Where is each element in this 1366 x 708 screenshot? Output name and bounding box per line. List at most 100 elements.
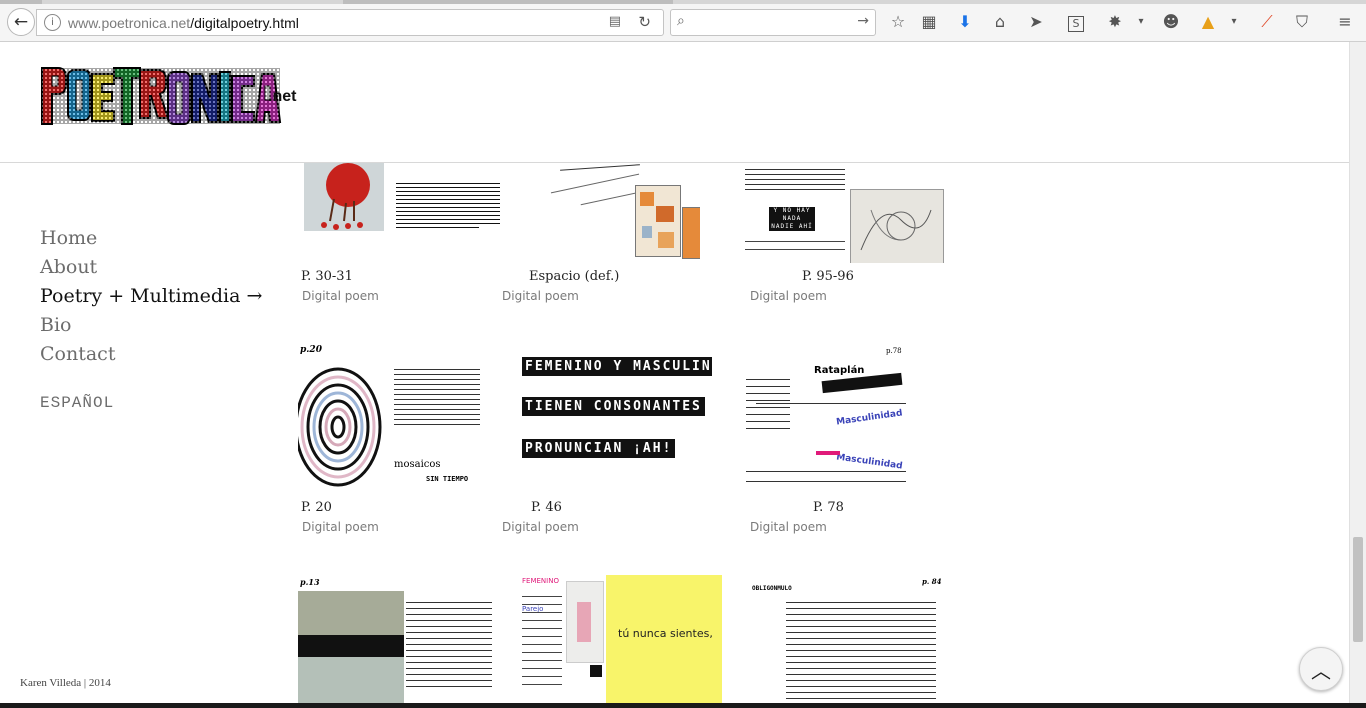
extension-s-icon[interactable]: S: [1065, 11, 1087, 33]
poem-category: Digital poem: [502, 520, 579, 534]
url-bar[interactable]: i www.poetronica.net/digitalpoetry.html …: [36, 9, 664, 36]
poem-category: Digital poem: [302, 289, 379, 303]
drive-icon[interactable]: ▲: [1197, 11, 1219, 33]
poem-text-block: [396, 181, 500, 261]
browser-toolbar: ← i www.poetronica.net/digitalpoetry.htm…: [0, 0, 1366, 42]
poem-thumb-p95-96[interactable]: Y NO HAY NADA NADIE AHÍ: [745, 163, 945, 263]
pocket-icon[interactable]: ⛉: [1291, 11, 1313, 33]
poem-title-p78[interactable]: P. 78: [813, 500, 844, 515]
p13-label: p.13: [300, 577, 320, 587]
reader-view-icon[interactable]: ▤: [609, 14, 621, 29]
poem-thumb-p78[interactable]: p.78 Rataplán Masculinidad Masculinidad: [746, 347, 946, 493]
tab-strip: [0, 0, 1366, 4]
p84-paragraph: [786, 597, 936, 704]
search-bar[interactable]: ⌕ →: [670, 9, 876, 36]
no-hay-nada-block: Y NO HAY NADA NADIE AHÍ: [769, 207, 815, 231]
spiral-rings-image: [298, 367, 382, 487]
poem-title-p46[interactable]: P. 46: [531, 500, 562, 515]
page-scrollbar[interactable]: [1349, 42, 1366, 708]
nav-item-home[interactable]: Home: [40, 224, 262, 253]
back-arrow-icon: ←: [13, 12, 29, 32]
menu-icon[interactable]: ≡: [1334, 11, 1356, 33]
landscape-image-top: [298, 591, 404, 635]
logo-suffix: .net: [268, 88, 297, 105]
dropdown-icon-2[interactable]: ▾: [1223, 11, 1245, 33]
search-icon: ⌕: [677, 13, 685, 29]
language-switch-espanol[interactable]: ESPAÑOL: [40, 394, 262, 412]
obligonmulo-word: OBLIGONMULO: [752, 585, 792, 592]
footer-credit: Karen Villeda | 2014: [20, 677, 111, 689]
bird-illustration: [321, 163, 370, 230]
sketchbook-image: [850, 189, 944, 263]
search-go-icon[interactable]: →: [857, 13, 869, 29]
poem-thumb-p13[interactable]: p.13: [298, 575, 492, 708]
poem-thumb-p84[interactable]: p. 84 OBLIGONMULO: [746, 575, 946, 708]
nunca-text-lines: [522, 589, 562, 692]
p78-label: p.78: [886, 347, 902, 355]
info-icon[interactable]: i: [44, 14, 61, 31]
scrollbar-thumb[interactable]: [1353, 537, 1363, 642]
side-navigation: Home About Poetry + Multimedia → Bio Con…: [40, 224, 262, 412]
poem-category: Digital poem: [302, 520, 379, 534]
sin-tiempo-word: SIN TIEMPO: [426, 475, 469, 483]
site-header: .net: [0, 42, 1349, 163]
url-text: www.poetronica.net/digitalpoetry.html: [68, 15, 299, 31]
poem-thumb-p46[interactable]: FEMENINO Y MASCULINO TIENEN CONSONANTES …: [520, 353, 712, 493]
extension-stroke-icon[interactable]: ⟋: [1256, 11, 1278, 33]
p20-label: p.20: [300, 345, 322, 355]
poem-title-p30-31[interactable]: P. 30-31: [301, 269, 353, 284]
masculinidad-word-2: Masculinidad: [835, 452, 904, 472]
back-to-top-button[interactable]: ︿: [1299, 647, 1343, 691]
nav-item-bio[interactable]: Bio: [40, 311, 262, 340]
poem-category: Digital poem: [750, 289, 827, 303]
os-taskbar: [0, 703, 1366, 708]
floor-plan-image: [635, 185, 681, 257]
p46-line-3: PRONUNCIAN ¡AH!: [522, 439, 676, 458]
nav-item-contact[interactable]: Contact: [40, 340, 262, 369]
poem-thumb-p20[interactable]: p.20 mosaicos SIN TIEMPO: [298, 345, 488, 490]
nav-item-about[interactable]: About: [40, 253, 262, 282]
rataplan-word: Rataplán: [814, 365, 865, 376]
p46-line-1: FEMENINO Y MASCULINO: [522, 357, 712, 376]
logo-graphic: [41, 67, 282, 125]
back-button[interactable]: ←: [7, 8, 35, 36]
chat-icon[interactable]: ☻: [1160, 11, 1182, 33]
red-bird-image: [304, 163, 384, 231]
home-icon[interactable]: ⌂: [989, 11, 1011, 33]
poem-thumb-nunca-sientes[interactable]: FEMENINO Parejo tú nunca sientes,: [520, 575, 722, 708]
reload-icon[interactable]: ↻: [638, 13, 651, 31]
p78-text-column: [746, 373, 790, 435]
url-path: /digitalpoetry.html: [190, 15, 299, 31]
p13-text-lines: [406, 597, 492, 692]
nav-item-poetry-multimedia[interactable]: Poetry + Multimedia →: [40, 282, 262, 311]
bookmark-star-icon[interactable]: ☆: [887, 11, 909, 33]
extension-bug-icon[interactable]: ✸: [1104, 11, 1126, 33]
masculinidad-word-1: Masculinidad: [835, 408, 904, 428]
sketch-drawing: [860, 209, 932, 251]
landscape-image-bottom: [298, 657, 404, 708]
p20-text-lines: [394, 365, 480, 429]
yellow-note: tú nunca sientes,: [606, 575, 722, 708]
poem-category: Digital poem: [502, 289, 579, 303]
poem-text-lines: [745, 165, 845, 194]
site-logo[interactable]: .net: [40, 60, 300, 134]
url-domain: www.poetronica.net: [68, 15, 191, 31]
search-input[interactable]: [699, 13, 843, 33]
p46-line-2: TIENEN CONSONANTES: [522, 397, 705, 416]
mosaicos-word: mosaicos: [394, 459, 441, 470]
send-icon[interactable]: ➤: [1025, 11, 1047, 33]
poem-title-espacio[interactable]: Espacio (def.): [529, 269, 619, 284]
dropdown-icon[interactable]: ▾: [1130, 11, 1152, 33]
poem-thumb-espacio[interactable]: [540, 163, 700, 263]
poem-grid: P. 30-31 Digital poem Espacio (def.) Dig…: [290, 163, 990, 708]
poem-title-p95-96[interactable]: P. 95-96: [802, 269, 854, 284]
nunca-sientes-text: tú nunca sientes,: [618, 627, 713, 640]
chevron-up-icon: ︿: [1311, 658, 1331, 683]
p84-label: p. 84: [922, 577, 942, 586]
room-photo: [566, 581, 604, 663]
downloads-icon[interactable]: ⬇: [954, 11, 976, 33]
poem-category: Digital poem: [750, 520, 827, 534]
poem-title-p20[interactable]: P. 20: [301, 500, 332, 515]
bookmarks-list-icon[interactable]: ▦: [918, 11, 940, 33]
poem-thumb-p30-31[interactable]: [300, 163, 500, 263]
